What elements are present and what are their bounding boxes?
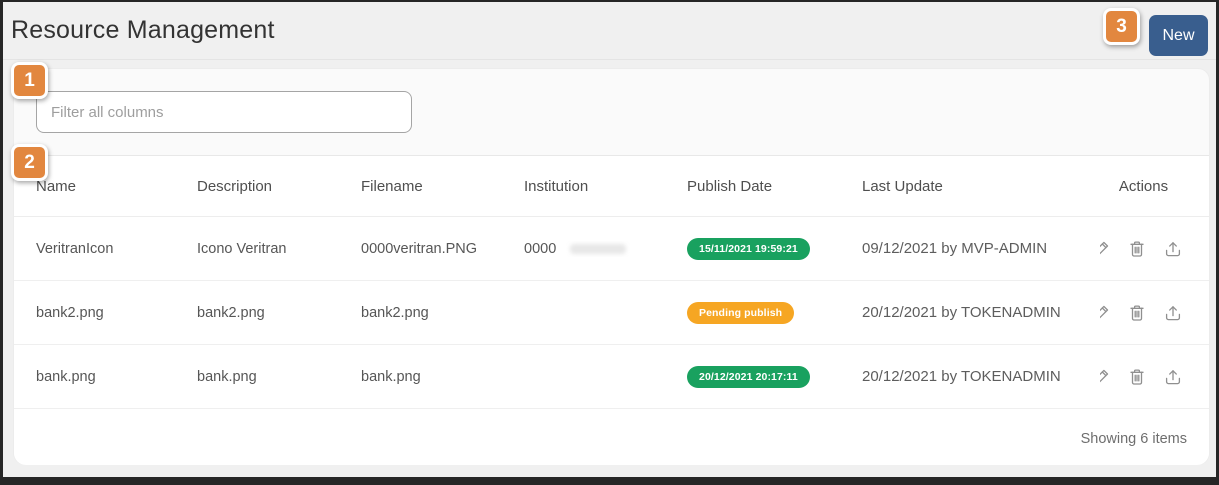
column-header-filename: Filename: [361, 178, 524, 195]
delete-trash-icon[interactable]: [1127, 367, 1147, 387]
publish-upload-icon[interactable]: [1163, 303, 1183, 323]
table-row: bank2.png bank2.png bank2.png Pending pu…: [14, 281, 1209, 345]
publish-upload-icon[interactable]: [1163, 367, 1183, 387]
publish-status-badge: 20/12/2021 20:17:11: [687, 366, 810, 388]
filter-section: [14, 69, 1209, 155]
cell-description: bank.png: [197, 369, 361, 385]
redacted-text: [570, 244, 626, 254]
edit-pencil-icon[interactable]: [1100, 303, 1111, 323]
cell-filename: bank2.png: [361, 305, 524, 321]
resource-table: Name Description Filename Institution Pu…: [14, 155, 1209, 465]
cell-last-update: 20/12/2021 by TOKENADMIN: [862, 368, 1100, 385]
publish-status-badge: 15/11/2021 19:59:21: [687, 238, 810, 260]
annotation-badge-2: 2: [11, 144, 48, 181]
table-row: VeritranIcon Icono Veritran 0000veritran…: [14, 217, 1209, 281]
cell-description: Icono Veritran: [197, 241, 361, 257]
edit-pencil-icon[interactable]: [1100, 239, 1111, 259]
delete-trash-icon[interactable]: [1127, 303, 1147, 323]
cell-publish-date: 15/11/2021 19:59:21: [687, 238, 862, 260]
column-header-actions: Actions: [1100, 178, 1187, 195]
cell-filename: 0000veritran.PNG: [361, 241, 524, 257]
column-header-last-update: Last Update: [862, 178, 1100, 195]
cell-last-update: 09/12/2021 by MVP-ADMIN: [862, 240, 1100, 257]
column-header-name: Name: [36, 178, 197, 195]
edit-pencil-icon[interactable]: [1100, 367, 1111, 387]
cell-name: VeritranIcon: [36, 241, 197, 257]
cell-institution: 0000: [524, 241, 687, 257]
table-footer: Showing 6 items: [14, 409, 1209, 465]
content-card: Name Description Filename Institution Pu…: [13, 68, 1210, 465]
items-count-label: Showing 6 items: [1081, 431, 1187, 447]
publish-status-badge: Pending publish: [687, 302, 794, 324]
cell-actions: [1100, 303, 1187, 323]
column-header-description: Description: [197, 178, 361, 195]
page-title: Resource Management: [11, 16, 275, 45]
new-button[interactable]: New: [1149, 15, 1208, 56]
cell-actions: [1100, 239, 1187, 259]
filter-input[interactable]: [36, 91, 412, 133]
cell-actions: [1100, 367, 1187, 387]
institution-value: 0000: [524, 241, 556, 257]
app-window: Resource Management 3 New 1 2 Name Descr…: [0, 0, 1219, 485]
cell-description: bank2.png: [197, 305, 361, 321]
cell-name: bank.png: [36, 369, 197, 385]
cell-publish-date: 20/12/2021 20:17:11: [687, 366, 862, 388]
cell-last-update: 20/12/2021 by TOKENADMIN: [862, 304, 1100, 321]
cell-name: bank2.png: [36, 305, 197, 321]
column-header-publish-date: Publish Date: [687, 178, 862, 195]
table-header-row: Name Description Filename Institution Pu…: [14, 156, 1209, 217]
table-row: bank.png bank.png bank.png 20/12/2021 20…: [14, 345, 1209, 409]
annotation-badge-1: 1: [11, 62, 48, 99]
delete-trash-icon[interactable]: [1127, 239, 1147, 259]
cell-filename: bank.png: [361, 369, 524, 385]
publish-upload-icon[interactable]: [1163, 239, 1183, 259]
title-bar: Resource Management 3 New: [3, 2, 1216, 60]
column-header-institution: Institution: [524, 178, 687, 195]
cell-publish-date: Pending publish: [687, 302, 862, 324]
annotation-badge-3: 3: [1103, 8, 1140, 45]
title-bar-actions: 3 New: [1103, 5, 1208, 56]
